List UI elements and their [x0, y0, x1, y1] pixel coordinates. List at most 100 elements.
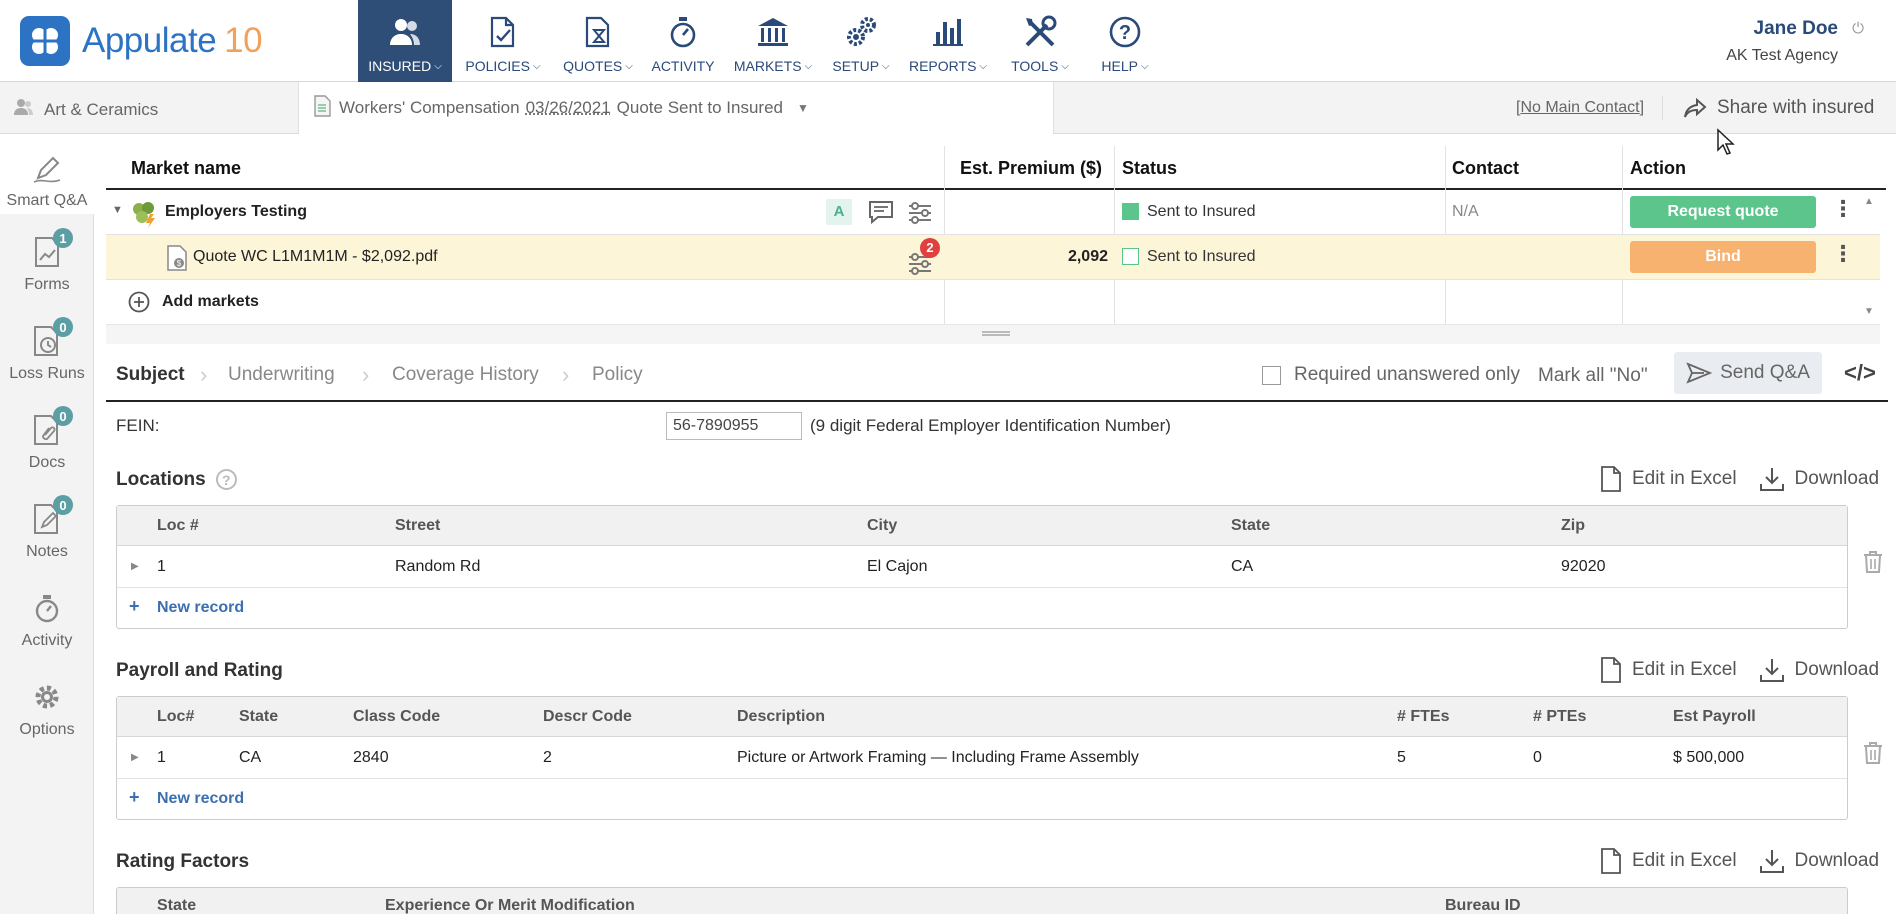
- add-markets-link[interactable]: Add markets: [162, 293, 259, 311]
- nav-help[interactable]: ? HELP ⌵: [1084, 0, 1166, 82]
- market-contact: N/A: [1452, 203, 1479, 220]
- mark-all-no-button[interactable]: Mark all "No": [1538, 365, 1648, 387]
- expand-caret-icon[interactable]: ▶: [131, 752, 139, 763]
- col-est-premium[interactable]: Est. Premium ($): [960, 158, 1102, 179]
- col-loc-num[interactable]: Loc#: [157, 708, 194, 726]
- nav-activity[interactable]: ACTIVITY: [642, 0, 724, 82]
- checkbox-box[interactable]: [1262, 365, 1281, 385]
- collapse-caret-icon[interactable]: ▼: [112, 204, 123, 216]
- col-zip[interactable]: Zip: [1561, 517, 1585, 535]
- qa-tabs: Subject › Underwriting › Coverage Histor…: [106, 352, 1888, 402]
- activity-icon: [27, 590, 67, 626]
- col-est-payroll[interactable]: Est Payroll: [1673, 708, 1756, 726]
- tab-coverage-history[interactable]: Coverage History: [392, 364, 539, 386]
- download-button[interactable]: Download: [1759, 657, 1879, 683]
- fein-label: FEIN:: [116, 416, 160, 435]
- share-with-insured-button[interactable]: Share with insured: [1662, 96, 1874, 120]
- bind-button[interactable]: Bind: [1630, 241, 1816, 273]
- no-main-contact-link[interactable]: [No Main Contact]: [1516, 99, 1644, 117]
- tab-subject[interactable]: Subject: [116, 364, 185, 386]
- col-status[interactable]: Status: [1122, 158, 1177, 179]
- sidebar-label: Smart Q&A: [6, 192, 88, 209]
- more-vertical-icon[interactable]: ⋮: [1832, 241, 1854, 267]
- new-record-button[interactable]: + New record: [117, 588, 1847, 628]
- market-row[interactable]: ▼ Employers Testing A Sent to Insured N/…: [106, 190, 1880, 235]
- new-record-button[interactable]: + New record: [117, 779, 1847, 819]
- sidebar-item-options[interactable]: Options: [0, 679, 94, 739]
- panel-resize-handle[interactable]: [106, 324, 1880, 344]
- edit-in-excel-button[interactable]: Edit in Excel: [1600, 657, 1737, 683]
- user-menu[interactable]: Jane Doe AK Test Agency: [1726, 18, 1838, 65]
- insured-name[interactable]: Art & Ceramics: [14, 98, 158, 121]
- nav-markets[interactable]: MARKETS ⌵: [724, 0, 822, 82]
- market-name[interactable]: Employers Testing: [165, 203, 307, 221]
- app-logo[interactable]: Appulate 10: [20, 16, 263, 66]
- table-row[interactable]: ▶ 1 Random Rd El Cajon CA 92020: [117, 546, 1847, 588]
- required-unanswered-checkbox[interactable]: Required unanswered only: [1262, 364, 1520, 386]
- col-bureau-id[interactable]: Bureau ID: [1445, 897, 1521, 914]
- power-icon[interactable]: ⏻: [1852, 20, 1864, 37]
- quote-file-link[interactable]: Quote WC L1M1M1M - $2,092.pdf: [193, 248, 438, 266]
- send-qa-button[interactable]: Send Q&A: [1674, 352, 1822, 394]
- help-circle-icon[interactable]: ?: [215, 469, 237, 491]
- nav-policies[interactable]: POLICIES ⌵: [452, 0, 554, 82]
- col-state[interactable]: State: [239, 708, 278, 726]
- col-descr-code[interactable]: Descr Code: [543, 708, 632, 726]
- nav-reports[interactable]: REPORTS ⌵: [900, 0, 996, 82]
- sidebar-item-activity[interactable]: Activity: [0, 590, 94, 650]
- download-button[interactable]: Download: [1759, 466, 1879, 492]
- nav-quotes[interactable]: QUOTES ⌵: [554, 0, 642, 82]
- sidebar-item-smart-qa[interactable]: Smart Q&A: [0, 134, 94, 214]
- policy-type: Workers' Compensation: [339, 98, 520, 117]
- sidebar-item-notes[interactable]: 0 Notes: [0, 495, 94, 561]
- edit-in-excel-button[interactable]: Edit in Excel: [1600, 466, 1737, 492]
- col-description[interactable]: Description: [737, 708, 825, 726]
- code-icon[interactable]: </>: [1844, 360, 1876, 386]
- payroll-title: Payroll and Rating: [116, 660, 283, 681]
- col-ptes[interactable]: # PTEs: [1533, 708, 1586, 726]
- plus-circle-icon[interactable]: [128, 291, 150, 318]
- nav-tools[interactable]: TOOLS ⌵: [996, 0, 1084, 82]
- quote-row[interactable]: $ Quote WC L1M1M1M - $2,092.pdf 2 2,092 …: [106, 235, 1880, 280]
- col-market-name[interactable]: Market name: [131, 158, 241, 179]
- download-icon: [1759, 468, 1784, 491]
- comment-icon[interactable]: [868, 200, 894, 229]
- settings-sliders-icon[interactable]: [906, 199, 934, 232]
- more-vertical-icon[interactable]: ⋮: [1832, 196, 1854, 222]
- col-state[interactable]: State: [157, 897, 196, 914]
- expand-caret-icon[interactable]: ▶: [131, 561, 139, 572]
- sidebar-item-forms[interactable]: 1 Forms: [0, 228, 94, 294]
- edit-in-excel-button[interactable]: Edit in Excel: [1600, 848, 1737, 874]
- policy-selector[interactable]: Workers' Compensation 03/26/2021 Quote S…: [298, 82, 1054, 134]
- trash-icon[interactable]: [1862, 741, 1884, 770]
- tab-policy[interactable]: Policy: [592, 364, 643, 386]
- col-class-code[interactable]: Class Code: [353, 708, 440, 726]
- col-loc-num[interactable]: Loc #: [157, 517, 199, 535]
- fein-input[interactable]: [666, 412, 802, 440]
- nav-policies-label: POLICIES: [465, 58, 530, 74]
- stopwatch-icon: [665, 14, 701, 50]
- add-markets-row[interactable]: Add markets: [106, 280, 1880, 325]
- sidebar-item-docs[interactable]: 0 Docs: [0, 406, 94, 472]
- download-button[interactable]: Download: [1759, 848, 1879, 874]
- locations-grid-header: Loc # Street City State Zip: [117, 506, 1847, 546]
- col-city[interactable]: City: [867, 517, 897, 535]
- policy-date: 03/26/2021: [525, 98, 611, 117]
- scroll-down-icon[interactable]: ▼: [1864, 306, 1874, 317]
- scroll-up-icon[interactable]: ▲: [1864, 196, 1874, 207]
- tab-underwriting[interactable]: Underwriting: [228, 364, 335, 386]
- trash-icon[interactable]: [1862, 550, 1884, 579]
- table-row[interactable]: ▶ 1 CA 2840 2 Picture or Artwork Framing…: [117, 737, 1847, 779]
- sidebar-item-loss-runs[interactable]: 0 Loss Runs: [0, 317, 94, 383]
- col-ftes[interactable]: # FTEs: [1397, 708, 1449, 726]
- locations-tools: Edit in Excel Download: [1578, 466, 1879, 492]
- col-state[interactable]: State: [1231, 517, 1270, 535]
- nav-insured[interactable]: INSURED ⌵: [358, 0, 452, 82]
- col-experience-mod[interactable]: Experience Or Merit Modification: [385, 897, 635, 914]
- col-contact[interactable]: Contact: [1452, 158, 1519, 179]
- appetite-badge[interactable]: A: [826, 199, 852, 225]
- markets-scrollbar[interactable]: ▲ ▼: [1860, 196, 1880, 324]
- nav-setup[interactable]: SETUP ⌵: [822, 0, 900, 82]
- request-quote-button[interactable]: Request quote: [1630, 196, 1816, 228]
- col-street[interactable]: Street: [395, 517, 440, 535]
